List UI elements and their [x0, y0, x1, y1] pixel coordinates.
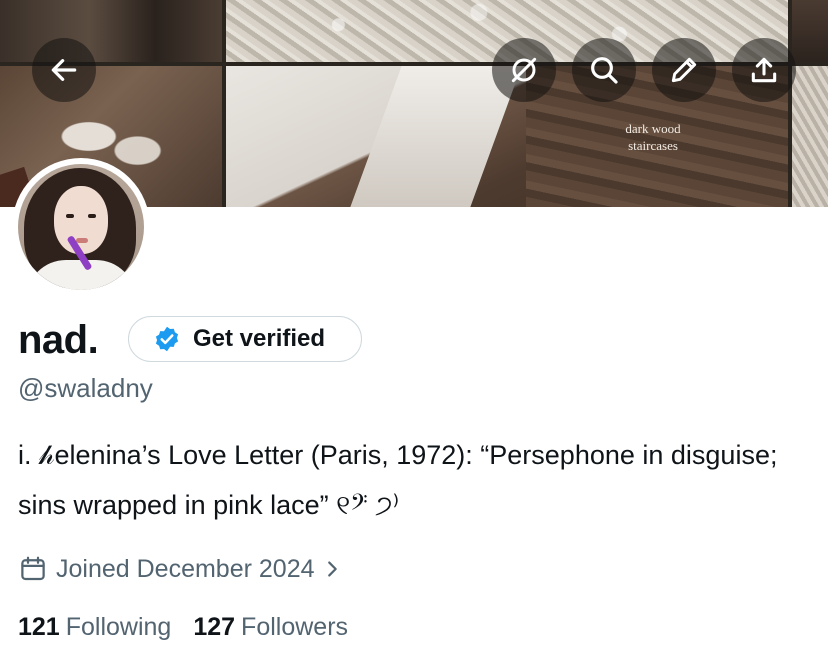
- user-handle: @swaladny: [18, 373, 153, 403]
- joined-date-label: Joined December 2024: [56, 554, 315, 583]
- avatar[interactable]: [12, 158, 150, 296]
- following-count: 121: [18, 613, 60, 641]
- followers-label: Followers: [241, 613, 349, 641]
- banner-caption-line: dark wood: [625, 121, 681, 136]
- share-button[interactable]: [732, 38, 796, 102]
- follow-stats: 121 Following 127 Followers: [18, 610, 348, 644]
- joined-date-row[interactable]: Joined December 2024: [18, 552, 343, 586]
- avatar-decoration: [54, 186, 108, 254]
- banner-caption: dark wood staircases: [618, 120, 688, 154]
- back-arrow-icon: [51, 59, 77, 81]
- banner-collage-panel: [0, 0, 222, 62]
- verified-badge-icon: [155, 326, 179, 352]
- banner-decoration: [350, 66, 522, 207]
- get-verified-label: Get verified: [193, 325, 326, 352]
- followers-link[interactable]: 127 Followers: [193, 610, 348, 644]
- banner-collage-panel: [792, 0, 828, 62]
- edit-button[interactable]: [652, 38, 716, 102]
- chevron-right-icon: [327, 561, 337, 577]
- following-link[interactable]: 121 Following: [18, 610, 171, 644]
- share-icon: [751, 57, 777, 83]
- search-icon: [591, 57, 618, 84]
- avatar-decoration: [66, 214, 74, 218]
- calendar-icon: [21, 556, 45, 581]
- followers-count: 127: [193, 613, 236, 641]
- avatar-decoration: [88, 214, 96, 218]
- banner-collage-panel: [792, 66, 828, 207]
- profile-page: dark wood staircases nad. Get verified @…: [0, 0, 828, 670]
- following-label: Following: [65, 613, 172, 641]
- avatar-image: [18, 164, 144, 290]
- display-name: nad.: [18, 318, 99, 362]
- grok-button[interactable]: [492, 38, 556, 102]
- pencil-icon: [671, 57, 697, 83]
- search-button[interactable]: [572, 38, 636, 102]
- get-verified-button[interactable]: Get verified: [128, 316, 362, 362]
- profile-bio: i. 𝒽elenina’s Love Letter (Paris, 1972):…: [18, 440, 778, 520]
- back-button[interactable]: [32, 38, 96, 102]
- banner-caption-line: staircases: [628, 138, 678, 153]
- slash-circle-icon: [511, 57, 537, 83]
- avatar-decoration: [76, 238, 88, 243]
